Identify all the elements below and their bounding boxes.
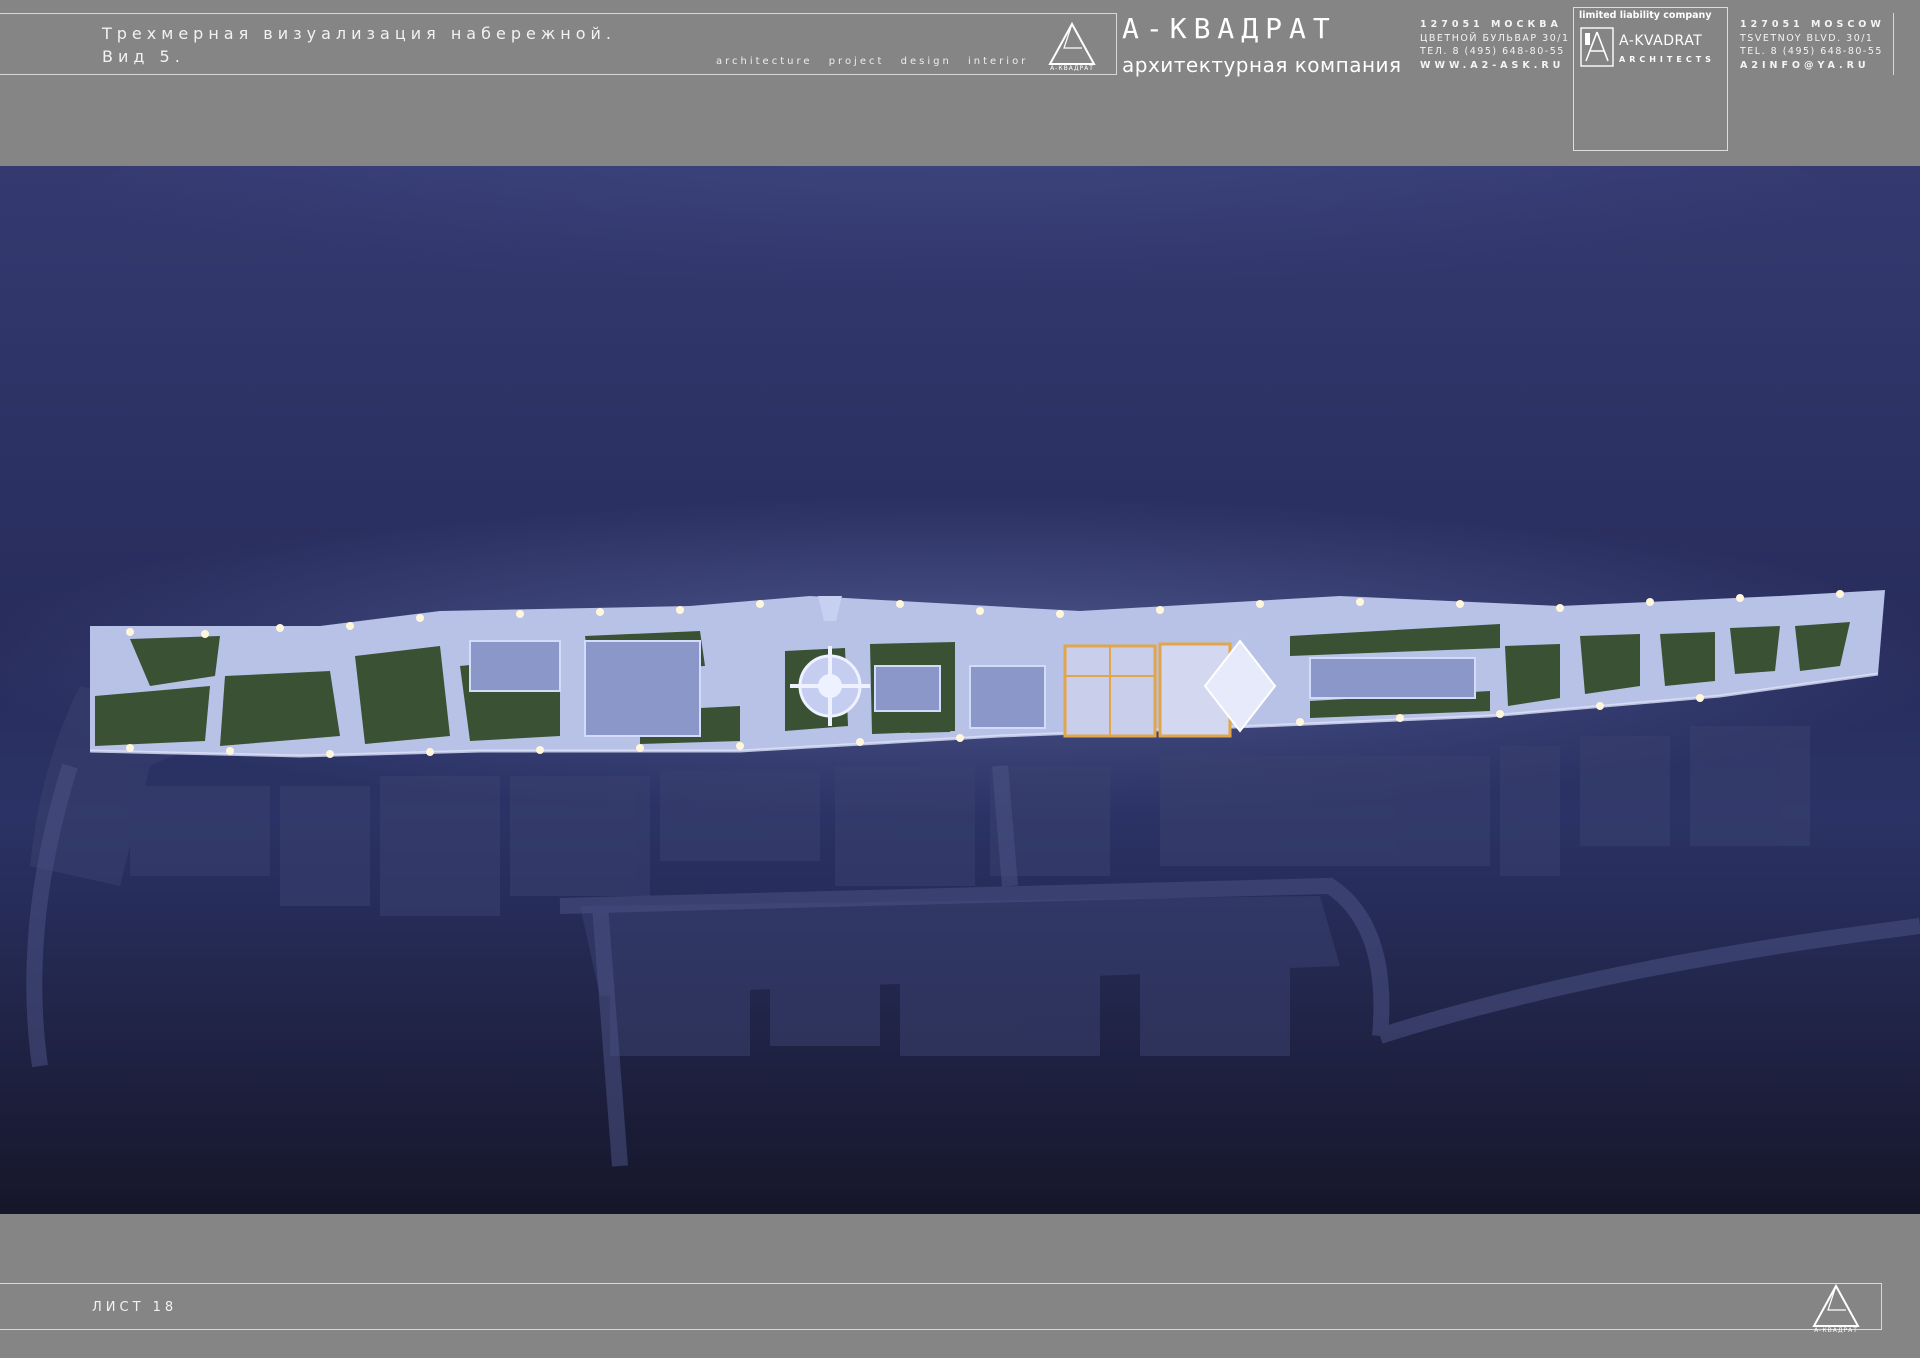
footer-logo-caption: А-КВАДРАТ bbox=[1814, 1327, 1858, 1334]
address-ru-phone: ТЕЛ. 8 (495) 648-80-55 bbox=[1420, 46, 1565, 57]
service-architecture: architecture bbox=[716, 56, 813, 67]
llc-label: limited liability company bbox=[1579, 10, 1712, 21]
services-list: architecture project design interior bbox=[716, 56, 1028, 67]
llc-name: A-KVADRAT bbox=[1619, 33, 1703, 49]
sheet-number: ЛИСТ 18 bbox=[92, 1300, 178, 1315]
service-interior: interior bbox=[967, 56, 1029, 67]
embankment-render bbox=[0, 66, 1920, 1214]
address-en-street: TSVETNOY BLVD. 30/1 bbox=[1740, 32, 1874, 44]
address-en: 127051 MOSCOW TSVETNOY BLVD. 30/1 TEL. 8… bbox=[1740, 18, 1885, 72]
sports-area bbox=[1063, 639, 1277, 738]
a-kvadrat-emblem-icon bbox=[1580, 27, 1614, 67]
address-ru-street: ЦВЕТНОЙ БУЛЬВАР 30/1 bbox=[1420, 32, 1570, 44]
brand-name: А-КВАДРАТ bbox=[1122, 12, 1337, 45]
header-logo-caption: А-КВАДРАТ bbox=[1050, 65, 1094, 72]
service-project: project bbox=[828, 56, 885, 67]
header-logo: А-КВАДРАТ bbox=[1024, 20, 1120, 74]
address-ru-website: WWW.A2-ASK.RU bbox=[1420, 59, 1565, 71]
llc-sub: ARCHITECTS bbox=[1619, 55, 1715, 64]
drawing-title: Трехмерная визуализация набережной. bbox=[102, 24, 616, 43]
footer-logo: А-КВАДРАТ bbox=[1788, 1282, 1884, 1336]
address-ru: 127051 МОСКВА ЦВЕТНОЙ БУЛЬВАР 30/1 ТЕЛ. … bbox=[1420, 18, 1570, 72]
footer-frame bbox=[0, 1283, 1882, 1330]
address-ru-city: 127051 МОСКВА bbox=[1420, 19, 1562, 30]
address-en-email: A2INFO@YA.RU bbox=[1740, 59, 1870, 71]
drawing-view: Вид 5. bbox=[102, 47, 185, 66]
brand-subtitle: архитектурная компания bbox=[1122, 53, 1402, 77]
header-edge-line bbox=[1893, 13, 1894, 75]
service-design: design bbox=[900, 56, 952, 67]
address-en-phone: TEL. 8 (495) 648-80-55 bbox=[1740, 46, 1883, 57]
night-aerial-view bbox=[0, 66, 1920, 1214]
address-en-city: 127051 MOSCOW bbox=[1740, 19, 1885, 30]
